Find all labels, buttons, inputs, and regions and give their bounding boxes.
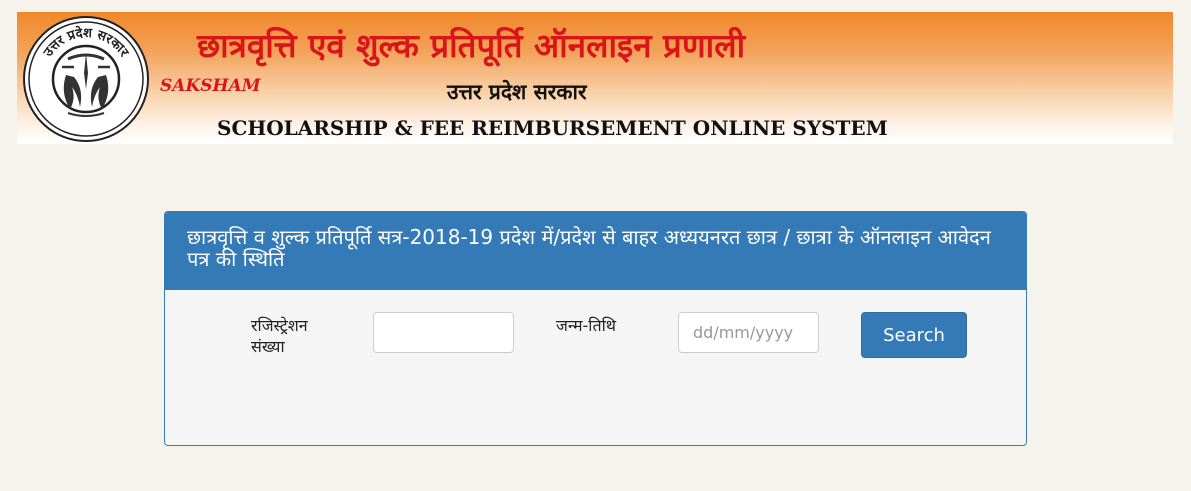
application-status-panel: छात्रवृत्ति व शुल्क प्रतिपूर्ति सत्र-201… (164, 211, 1027, 446)
site-title-english: SCHOLARSHIP & FEE REIMBURSEMENT ONLINE S… (217, 116, 888, 140)
saksham-brand: SAKSHAM (160, 76, 261, 96)
government-name: उत्तर प्रदेश सरकार (447, 80, 587, 104)
search-button[interactable]: Search (861, 312, 967, 358)
date-of-birth-label: जन्म-तिथि (556, 316, 616, 335)
site-title-hindi: छात्रवृत्ति एवं शुल्क प्रतिपूर्ति ऑनलाइन… (197, 26, 746, 65)
date-of-birth-input[interactable] (678, 312, 819, 353)
registration-number-label: रजिस्ट्रेशन संख्या (251, 316, 308, 356)
site-header: उत्तर प्रदेश सरकार छात्रवृत्ति एवं शुल्क… (17, 12, 1173, 144)
registration-number-input[interactable] (373, 312, 514, 353)
panel-heading: छात्रवृत्ति व शुल्क प्रतिपूर्ति सत्र-201… (165, 212, 1026, 290)
up-government-emblem-icon: उत्तर प्रदेश सरकार (23, 16, 149, 142)
